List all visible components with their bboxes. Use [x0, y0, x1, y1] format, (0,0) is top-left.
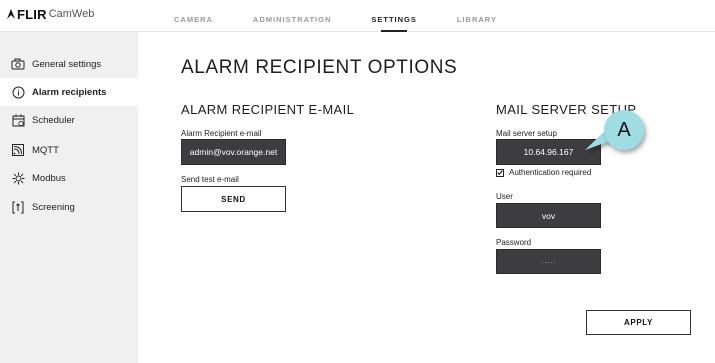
modbus-icon [11, 171, 25, 185]
sidebar-item-label: Screening [32, 201, 75, 213]
brand-name: FLIR [17, 6, 47, 22]
password-label: Password [496, 238, 532, 247]
sidebar-item-label: Alarm recipients [32, 86, 107, 98]
apply-button[interactable]: APPLY [586, 310, 691, 335]
tab-settings[interactable]: SETTINGS [371, 0, 417, 32]
info-icon [11, 85, 25, 99]
sidebar-item-label: MQTT [32, 144, 59, 156]
callout-label: A [617, 118, 631, 141]
flir-logo[interactable]: FLIR CamWeb [6, 6, 94, 22]
test-email-label: Send test e-mail [181, 175, 239, 184]
auth-required-row[interactable]: Authentication required [496, 168, 591, 177]
sidebar-item-alarm-recipients[interactable]: Alarm recipients [0, 78, 138, 106]
email-field[interactable]: admin@vov.orange.net [181, 139, 286, 165]
main-content: ALARM RECIPIENT OPTIONS ALARM RECIPIENT … [138, 32, 715, 363]
sidebar-item-mqtt[interactable]: MQTT [0, 136, 138, 164]
user-field[interactable]: vov [496, 203, 601, 228]
server-label: Mail server setup [496, 129, 557, 138]
calendar-icon [11, 113, 25, 127]
password-field[interactable]: ····· [496, 249, 601, 274]
auth-required-label: Authentication required [509, 168, 592, 177]
email-label: Alarm Recipient e-mail [181, 129, 262, 138]
check-icon [497, 170, 503, 176]
user-label: User [496, 192, 513, 201]
send-button[interactable]: SEND [181, 186, 286, 212]
sidebar-item-scheduler[interactable]: Scheduler [0, 106, 138, 134]
top-bar: FLIR CamWeb CAMERA ADMINISTRATION SETTIN… [0, 0, 715, 32]
auth-required-checkbox[interactable] [496, 168, 504, 177]
email-section-title: ALARM RECIPIENT E-MAIL [181, 102, 355, 117]
sidebar-item-modbus[interactable]: Modbus [0, 164, 138, 192]
tab-administration[interactable]: ADMINISTRATION [253, 0, 331, 32]
screening-icon [11, 200, 25, 214]
sidebar-item-label: Scheduler [32, 114, 75, 126]
mqtt-icon [11, 143, 25, 157]
sidebar-item-label: Modbus [32, 172, 66, 184]
camera-icon [11, 57, 25, 71]
main-nav: CAMERA ADMINISTRATION SETTINGS LIBRARY [174, 0, 537, 32]
tab-camera[interactable]: CAMERA [174, 0, 213, 32]
tab-library[interactable]: LIBRARY [457, 0, 497, 32]
sidebar-item-screening[interactable]: Screening [0, 193, 138, 221]
product-name: CamWeb [48, 8, 95, 20]
page-title: ALARM RECIPIENT OPTIONS [181, 57, 458, 78]
sidebar-item-general-settings[interactable]: General settings [0, 50, 138, 78]
sidebar: General settings Alarm recipients Schedu… [0, 32, 138, 363]
sidebar-item-label: General settings [32, 58, 102, 70]
flir-flame-icon [7, 9, 15, 19]
callout-badge: A [604, 110, 644, 150]
